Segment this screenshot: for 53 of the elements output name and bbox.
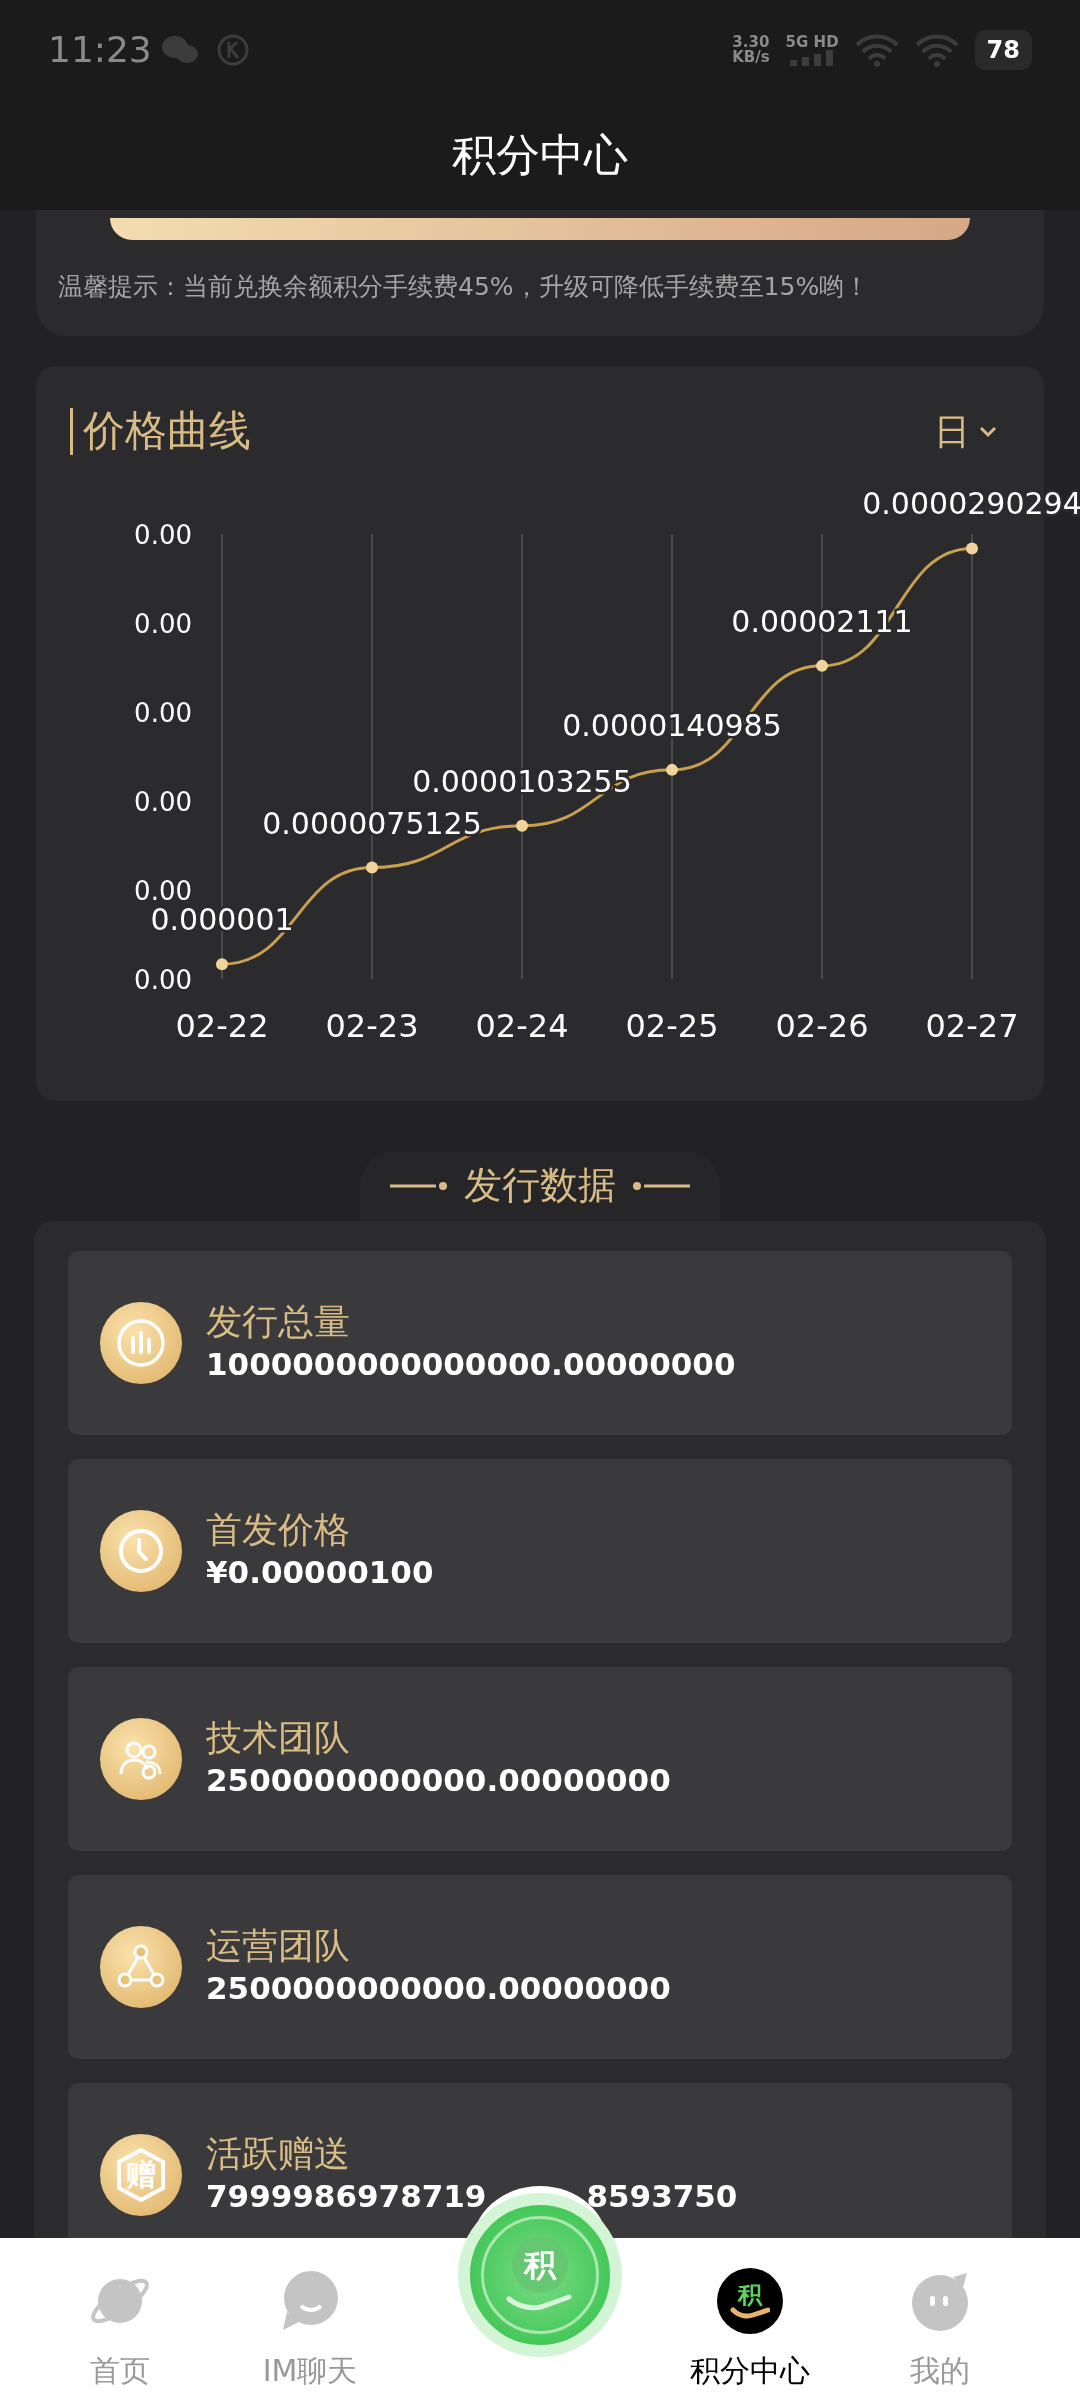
page-title: 积分中心 (452, 128, 628, 182)
divider-ornament-icon (390, 1180, 448, 1191)
value-label: 0.0000290294 (862, 485, 1080, 521)
wifi-icon (854, 33, 899, 67)
item-value: 1000000000000000.00000000 (206, 1345, 736, 1385)
x-axis-label: 02-23 (325, 1006, 419, 1045)
y-axis-label: 0.00 (134, 608, 192, 639)
item-label: 发行总量 (206, 1300, 351, 1345)
item-value: 2500000000000.00000000 (206, 1969, 671, 2009)
nav-tab[interactable]: 我的 (860, 2268, 1020, 2393)
data-point (966, 541, 978, 554)
y-axis-label: 0.00 (134, 964, 192, 995)
x-axis-label: 02-26 (775, 1006, 869, 1045)
section-title: 发行数据 (464, 1162, 616, 1209)
value-label: 0.0000075125 (262, 805, 482, 841)
item-value: ¥0.00000100 (206, 1553, 434, 1593)
points-hand-icon: 积 (717, 2268, 783, 2334)
center-button-glyph: 积 (512, 2237, 568, 2293)
item-value: 2500000000000.00000000 (206, 1761, 671, 1801)
x-axis-label: 02-24 (475, 1006, 569, 1045)
x-axis-label: 02-27 (925, 1006, 1019, 1045)
value-label: 0.0000103255 (412, 763, 632, 799)
item-label: 活跃赠送 (206, 2132, 351, 2177)
data-point (666, 763, 678, 776)
status-time: 11:23 (48, 28, 152, 72)
wifi-icon (914, 33, 959, 67)
battery-level: 78 (974, 30, 1032, 70)
x-axis-label: 02-25 (625, 1006, 719, 1045)
nav-tab[interactable]: 首页 (40, 2268, 200, 2393)
period-dropdown[interactable]: 日 (928, 403, 1004, 460)
speed-unit: KB/s (732, 50, 770, 65)
nav-tab[interactable]: 积 积分中心 (670, 2268, 830, 2393)
gift-hexagon-icon: 赠 (114, 2146, 168, 2203)
item-label: 技术团队 (206, 1716, 351, 1761)
bar-chart-icon (116, 1317, 166, 1368)
network-speed: 3.30 (732, 35, 770, 50)
y-axis-label: 0.00 (134, 519, 192, 550)
nav-tab[interactable]: IM聊天 (230, 2268, 390, 2393)
section-title: 价格曲线 (70, 408, 251, 455)
notice-text: 温馨提示：当前兑换余额积分手续费45%，升级可降低手续费至15%哟！ (57, 271, 871, 303)
divider-ornament-icon (632, 1180, 690, 1191)
caret-icon (978, 424, 998, 439)
k-circle-icon (215, 33, 250, 67)
item-label: 运营团队 (206, 1924, 351, 1969)
x-axis-label: 02-22 (175, 1006, 269, 1045)
data-point (816, 659, 828, 672)
data-point (216, 957, 228, 970)
data-point (516, 819, 528, 832)
network-type: 5G HD (785, 34, 839, 50)
y-axis-label: 0.00 (134, 786, 192, 817)
item-label: 首发价格 (206, 1508, 351, 1553)
y-axis-label: 0.00 (134, 697, 192, 728)
data-point (366, 861, 378, 874)
